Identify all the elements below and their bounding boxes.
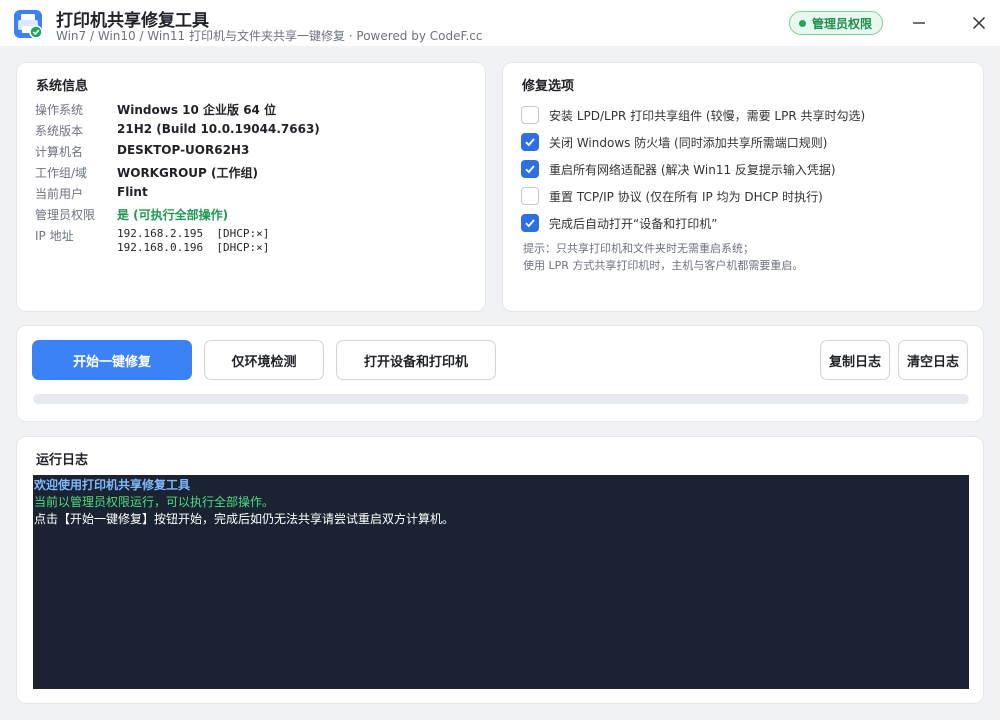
system-info-title: 系统信息: [36, 79, 89, 94]
info-value: Flint: [117, 185, 148, 199]
hint-text: 提示：只共享打印机和文件夹时无需重启系统； 使用 LPR 方式共享打印机时，主机…: [523, 240, 803, 274]
repair-options-panel: 修复选项 安装 LPD/LPR 打印共享组件 (较慢，需要 LPR 共享时勾选)…: [502, 62, 984, 312]
log-output[interactable]: 欢迎使用打印机共享修复工具 当前以管理员权限运行，可以执行全部操作。 点击【开始…: [33, 475, 969, 689]
info-value: DESKTOP-UOR62H3: [117, 143, 250, 157]
checkbox[interactable]: [521, 160, 539, 178]
option-label: 关闭 Windows 防火墙 (同时添加共享所需端口规则): [549, 135, 828, 150]
checkbox[interactable]: [521, 133, 539, 151]
checkmark-icon: [525, 138, 535, 147]
log-panel: 运行日志 欢迎使用打印机共享修复工具 当前以管理员权限运行，可以执行全部操作。 …: [16, 436, 984, 704]
option-open-devices[interactable]: 完成后自动打开“设备和打印机”: [521, 214, 717, 232]
ip-address-line: 192.168.0.196 [DHCP:×]: [117, 241, 270, 254]
info-label: 系统版本: [35, 124, 84, 138]
title-bar: 打印机共享修复工具 Win7 / Win10 / Win11 打印机与文件夹共享…: [0, 0, 1000, 46]
repair-options-title: 修复选项: [522, 79, 575, 94]
log-line: 当前以管理员权限运行，可以执行全部操作。: [34, 495, 275, 509]
checkmark-icon: [525, 165, 535, 174]
status-dot-icon: [799, 19, 806, 27]
start-repair-button[interactable]: 开始一键修复: [32, 340, 192, 380]
option-disable-firewall[interactable]: 关闭 Windows 防火墙 (同时添加共享所需端口规则): [521, 133, 827, 151]
option-install-lpr[interactable]: 安装 LPD/LPR 打印共享组件 (较慢，需要 LPR 共享时勾选): [521, 106, 865, 124]
info-label: 管理员权限: [35, 208, 96, 222]
check-env-button[interactable]: 仅环境检测: [204, 340, 324, 380]
printer-shield-icon: [13, 9, 43, 39]
info-row-ip: IP 地址 192.168.2.195 [DHCP:×] 192.168.0.1…: [35, 227, 269, 255]
clear-log-button[interactable]: 清空日志: [898, 340, 968, 380]
option-label: 完成后自动打开“设备和打印机”: [549, 216, 718, 231]
info-label: IP 地址: [35, 229, 74, 243]
option-reset-tcpip[interactable]: 重置 TCP/IP 协议 (仅在所有 IP 均为 DHCP 时执行): [521, 187, 823, 205]
open-devices-button[interactable]: 打开设备和打印机: [336, 340, 496, 380]
info-row-admin: 管理员权限 是 (可执行全部操作): [35, 206, 228, 223]
checkbox[interactable]: [521, 187, 539, 205]
info-value: 是 (可执行全部操作): [117, 208, 229, 222]
minimize-icon: [913, 22, 925, 24]
admin-badge-label: 管理员权限: [812, 16, 873, 31]
info-label: 当前用户: [35, 187, 84, 201]
checkbox[interactable]: [521, 106, 539, 124]
ip-address-list: 192.168.2.195 [DHCP:×] 192.168.0.196 [DH…: [117, 227, 269, 255]
copy-log-button[interactable]: 复制日志: [820, 340, 890, 380]
log-line: 欢迎使用打印机共享修复工具: [34, 478, 191, 492]
log-line: 点击【开始一键修复】按钮开始，完成后如仍无法共享请尝试重启双方计算机。: [34, 512, 455, 526]
option-label: 重启所有网络适配器 (解决 Win11 反复提示输入凭据): [549, 162, 836, 177]
admin-status-badge: 管理员权限: [789, 11, 884, 35]
info-label: 操作系统: [35, 103, 84, 117]
minimize-button[interactable]: [906, 10, 932, 36]
checkbox[interactable]: [521, 214, 539, 232]
checkmark-icon: [525, 219, 535, 228]
ip-address-line: 192.168.2.195 [DHCP:×]: [117, 227, 270, 240]
actions-panel: 开始一键修复 仅环境检测 打开设备和打印机 复制日志 清空日志: [16, 325, 984, 422]
info-row-workgroup: 工作组/域 WORKGROUP (工作组): [35, 164, 258, 181]
info-row-computer-name: 计算机名 DESKTOP-UOR62H3: [35, 143, 249, 160]
option-label: 重置 TCP/IP 协议 (仅在所有 IP 均为 DHCP 时执行): [549, 189, 823, 204]
progress-bar: [33, 394, 969, 404]
option-label: 安装 LPD/LPR 打印共享组件 (较慢，需要 LPR 共享时勾选): [549, 108, 866, 123]
info-label: 计算机名: [35, 145, 84, 159]
info-label: 工作组/域: [35, 166, 88, 180]
info-row-user: 当前用户 Flint: [35, 185, 148, 202]
system-info-panel: 系统信息 操作系统 Windows 10 企业版 64 位 系统版本 21H2 …: [16, 62, 486, 312]
close-button[interactable]: [966, 10, 992, 36]
app-subtitle: Win7 / Win10 / Win11 打印机与文件夹共享一键修复 · Pow…: [56, 29, 483, 43]
info-row-os: 操作系统 Windows 10 企业版 64 位: [35, 101, 276, 118]
log-title: 运行日志: [36, 453, 89, 468]
info-value: 21H2 (Build 10.0.19044.7663): [117, 122, 320, 136]
info-value: WORKGROUP (工作组): [117, 166, 258, 180]
close-icon: [972, 16, 986, 30]
hint-line: 使用 LPR 方式共享打印机时，主机与客户机都需要重启。: [523, 259, 804, 272]
option-restart-adapters[interactable]: 重启所有网络适配器 (解决 Win11 反复提示输入凭据): [521, 160, 836, 178]
hint-line: 提示：只共享打印机和文件夹时无需重启系统；: [523, 242, 754, 255]
info-row-version: 系统版本 21H2 (Build 10.0.19044.7663): [35, 122, 320, 139]
info-value: Windows 10 企业版 64 位: [117, 103, 277, 117]
